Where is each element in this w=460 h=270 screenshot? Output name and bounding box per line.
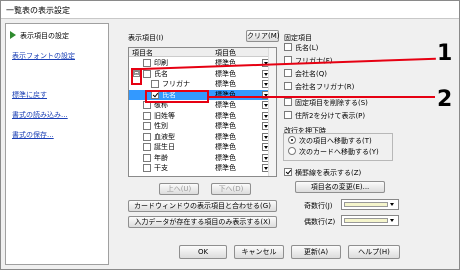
callout-box-expand [131,68,142,85]
odd-row-label: 奇数行(J) [304,202,333,210]
fixed-item-label: 会社名フリガナ(R) [295,83,355,91]
fixed-item-checkbox[interactable] [284,69,292,77]
fixed-item-label: 氏名(L) [295,44,319,52]
row-color-value: 標準色 [215,143,236,151]
help-button[interactable]: ヘルプ(H) [348,245,400,259]
fixed-item-checkbox[interactable] [284,82,292,90]
odd-row-color [344,202,388,207]
row-checkbox[interactable] [151,80,159,88]
show-input-only-button[interactable]: 入力データが存在する項目のみ表示する(X) [128,216,277,228]
list-item[interactable]: 誕生日 標準色 [129,142,276,152]
rename-item-button[interactable]: 項目名の変更(E)... [295,181,385,193]
fixed-item-label: 住所2を分けて表示(P) [295,112,366,120]
list-item[interactable]: 血液型 標準色 [129,132,276,142]
row-color-value: 標準色 [215,132,236,141]
nav-item-display-items[interactable]: 表示項目の設定 [20,31,69,41]
row-item-name: 氏名 [154,69,168,78]
row-checkbox[interactable] [143,143,151,151]
ok-button[interactable]: OK [179,245,227,259]
cancel-button[interactable]: キャンセル [234,245,284,259]
row-item-name: 年齢 [154,153,168,162]
clear-button[interactable]: クリア(M) [246,30,280,42]
apply-button[interactable]: 更新(A) [291,245,341,259]
callout-number-1: 1 [437,41,453,66]
col-item-header: 項目名 [132,49,153,57]
row-item-name: 血液型 [154,132,175,141]
radio-next-card[interactable] [288,147,296,155]
odd-row-color-picker[interactable] [341,199,399,210]
row-item-name: 誕生日 [154,143,175,151]
callout-number-2: 2 [437,87,453,112]
row-checkbox[interactable] [143,111,151,120]
display-settings-dialog: 一覧表の表示設定 表示項目の設定 表示フォントの設定 標準に戻す 書式の読み込み… [0,0,460,270]
nav-item-reset-default[interactable]: 標準に戻す [12,90,47,100]
row-item-name: 干支 [154,164,168,172]
row-color-value: 標準色 [215,101,236,109]
col-color-header: 項目色 [215,49,236,57]
even-row-color-picker[interactable] [341,215,399,226]
fixed-items-label: 固定項目 [284,34,312,42]
radio-next-card-label: 次のカードへ移動する(Y) [299,148,379,156]
fixed-item-checkbox[interactable] [284,98,292,106]
callout-box-selected-row [145,90,209,103]
chevron-down-icon [390,203,394,206]
list-item[interactable]: 性別 標準色 [129,121,276,131]
display-items-label: 表示項目(I) [128,34,164,42]
list-item[interactable]: 干支 標準色 [129,163,276,173]
current-page-arrow-icon [10,31,16,39]
show-grid-label: 横罫線を表示する(Z) [295,169,362,177]
list-item[interactable]: 旧姓等 標準色 [129,111,276,121]
chevron-down-icon [390,219,394,222]
list-item[interactable]: ⊟ 氏名 標準色 [129,69,276,79]
nav-item-save-format[interactable]: 書式の保存... [12,130,54,140]
radio-next-item-label: 次の項目へ移動する(T) [299,137,372,145]
list-item[interactable]: フリガナ 標準色 [129,79,276,89]
row-color-value: 標準色 [215,80,236,88]
row-color-value: 標準色 [215,90,236,99]
row-checkbox[interactable] [143,69,151,78]
list-header: 項目名 項目色 [129,48,276,57]
fixed-item-checkbox[interactable] [284,43,292,51]
nav-item-load-format[interactable]: 書式の読み込み... [12,110,68,120]
nav-item-display-font[interactable]: 表示フォントの設定 [12,51,75,61]
row-item-name: 旧姓等 [154,111,175,120]
row-color-value: 標準色 [215,69,236,78]
row-checkbox[interactable] [143,164,151,172]
show-grid-checkbox[interactable] [284,168,292,176]
move-down-button[interactable]: 下へ(D) [211,183,251,195]
row-checkbox[interactable] [143,122,151,130]
settings-nav: 表示項目の設定 表示フォントの設定 標準に戻す 書式の読み込み... 書式の保存… [5,23,109,265]
row-checkbox[interactable] [143,153,151,162]
row-item-name: フリガナ [162,80,190,88]
even-row-color [344,218,388,223]
fixed-item-label: 固定項目を削除する(S) [295,99,368,107]
fixed-item-label: 会社名(Q) [295,70,327,78]
row-color-value: 標準色 [215,164,236,172]
list-scrollbar[interactable] [268,48,276,176]
fixed-item-checkbox[interactable] [284,111,292,119]
radio-next-item[interactable] [288,136,296,144]
dialog-title: 一覧表の表示設定 [1,1,459,19]
match-card-window-button[interactable]: カードウィンドウの表示項目と合わせる(G) [128,200,277,212]
row-color-value: 標準色 [215,111,236,120]
even-row-label: 偶数行(Z) [304,218,336,226]
row-color-value: 標準色 [215,122,236,130]
move-up-button[interactable]: 上へ(U) [159,183,199,195]
row-checkbox[interactable] [143,132,151,141]
row-checkbox[interactable] [143,59,151,67]
list-item[interactable]: 年齢 標準色 [129,153,276,163]
row-color-value: 標準色 [215,153,236,162]
callout-line-2 [209,96,435,98]
row-item-name: 性別 [154,122,168,130]
